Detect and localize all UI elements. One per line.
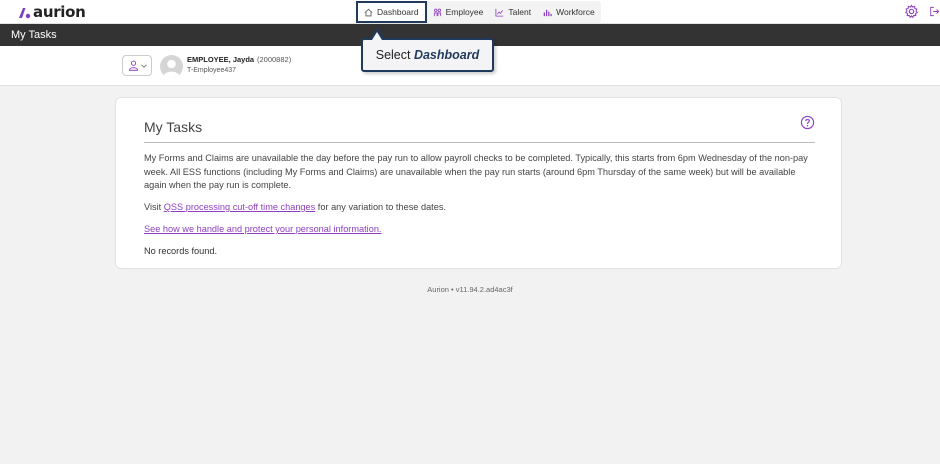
page-title: My Tasks <box>11 29 57 41</box>
line-chart-icon <box>495 8 504 17</box>
help-icon[interactable] <box>800 115 815 130</box>
user-name: EMPLOYEE, Jayda <box>187 55 255 64</box>
top-right-actions <box>904 4 940 19</box>
people-icon <box>433 8 441 16</box>
card-title: My Tasks <box>144 119 203 135</box>
my-tasks-card: My Tasks My Forms and Claims are unavail… <box>115 97 842 269</box>
chevron-down-icon <box>140 63 147 68</box>
nav-talent[interactable]: Talent <box>489 1 537 23</box>
home-icon <box>364 8 373 16</box>
version-footer: Aurion • v11.94.2.ad4ac3f <box>427 285 513 294</box>
user-code: T-Employee437 <box>187 67 237 74</box>
main-nav: Dashboard Employee Talent Workforce <box>356 1 601 23</box>
top-bar: aurion Dashboard Employee Talent Workfor… <box>0 0 940 24</box>
avatar <box>160 55 183 78</box>
tooltip-prefix: Select <box>375 48 414 62</box>
logo-text: aurion <box>33 3 86 21</box>
visit-notice: Visit QSS processing cut-off time change… <box>144 201 819 215</box>
gear-icon[interactable] <box>904 4 919 19</box>
user-id: (2000882) <box>257 55 292 64</box>
qss-cutoff-link[interactable]: QSS processing cut-off time changes <box>164 202 316 212</box>
pay-run-notice: My Forms and Claims are unavailable the … <box>144 153 808 190</box>
visit-prefix: Visit <box>144 202 164 212</box>
nav-dashboard-label: Dashboard <box>377 7 419 17</box>
empty-state: No records found. <box>144 246 218 256</box>
instruction-tooltip: Select Dashboard <box>361 38 494 72</box>
avatar-silhouette-icon <box>163 59 180 78</box>
user-switch-button[interactable] <box>122 55 152 76</box>
nav-workforce-label: Workforce <box>556 7 595 17</box>
nav-employee-label: Employee <box>445 7 484 17</box>
visit-suffix: for any variation to these dates. <box>315 202 446 212</box>
privacy-notice: See how we handle and protect your perso… <box>144 223 819 237</box>
bar-chart-icon <box>543 9 552 16</box>
card-divider <box>144 142 815 143</box>
logout-icon[interactable] <box>929 4 940 19</box>
logo-mark-icon <box>19 7 31 18</box>
nav-talent-label: Talent <box>508 7 532 17</box>
privacy-link[interactable]: See how we handle and protect your perso… <box>144 224 382 234</box>
nav-employee[interactable]: Employee <box>427 1 490 23</box>
tooltip-arrow-fill <box>372 32 382 40</box>
nav-dashboard[interactable]: Dashboard <box>356 1 427 23</box>
nav-workforce[interactable]: Workforce <box>537 1 601 23</box>
tooltip-target: Dashboard <box>413 48 480 62</box>
aurion-logo[interactable]: aurion <box>18 3 86 21</box>
user-icon <box>128 60 138 71</box>
